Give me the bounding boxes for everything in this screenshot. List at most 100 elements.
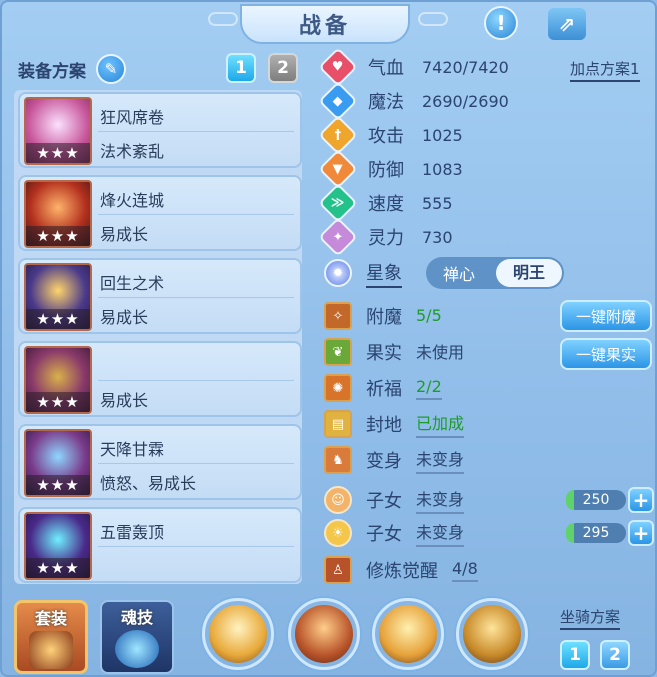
sub-row-cultivate[interactable]: ♙ 修炼觉醒 4/8 (324, 556, 478, 584)
star-rating: ★★★ (26, 475, 90, 495)
sub-value[interactable]: 已加成 (416, 410, 465, 438)
tab-soul-skill[interactable]: 魂技 (100, 600, 174, 674)
one-click-enchant-button[interactable]: 一键附魔 (560, 300, 652, 332)
exclamation-icon[interactable]: ! (484, 6, 518, 40)
share-icon[interactable]: ⇗ (548, 8, 586, 40)
equip-item[interactable]: ★★★ 五雷轰顶 (18, 507, 302, 583)
sub-label: 封地 (366, 415, 402, 436)
scroll-icon: ▤ (324, 410, 352, 438)
sub-value[interactable]: 2/2 (416, 377, 442, 400)
stat-value: 1083 (422, 159, 463, 179)
child-girl-icon: ☀ (324, 519, 352, 547)
pet-slot[interactable] (288, 598, 360, 670)
sub-row-child-2[interactable]: ☀ 子女 未变身 (324, 519, 465, 547)
sword-icon: † (318, 115, 358, 155)
equip-plan-button-1[interactable]: 1 (226, 53, 256, 83)
enchant-icon: ✧ (324, 302, 352, 330)
stat-label: 灵力 (368, 228, 404, 249)
sub-row-enchant: ✧ 附魔 5/5 (324, 302, 442, 330)
mount-plan-button-1[interactable]: 1 (560, 640, 590, 670)
star-rating: ★★★ (26, 143, 90, 163)
plus-icon[interactable]: + (628, 520, 654, 546)
star-rating: ★★★ (26, 392, 90, 412)
pet-slot[interactable] (456, 598, 528, 670)
sub-row-transform[interactable]: ♞ 变身 未变身 (324, 446, 465, 474)
xingxiang-toggle[interactable]: 禅心 明王 (426, 257, 564, 289)
warrior-figure-icon (379, 605, 437, 663)
equip-plan-header: 装备方案 ✎ (18, 54, 126, 84)
soul-swirl-icon (115, 630, 159, 668)
equip-item[interactable]: ★★★ 烽火连城 易成长 (18, 175, 302, 251)
sub-label: 修炼觉醒 (366, 561, 438, 582)
divider (98, 131, 294, 132)
sub-label: 子女 (366, 524, 402, 545)
stat-label: 攻击 (368, 126, 404, 147)
tab-suit-label: 套装 (34, 609, 67, 628)
equip-item[interactable]: ★★★ 狂风席卷 法术紊乱 (18, 92, 302, 168)
sub-value: 未使用 (416, 343, 465, 362)
golden-warrior-icon (463, 605, 521, 663)
equip-plan-label: 装备方案 (18, 61, 86, 82)
toggle-option-mingwang[interactable]: 明王 (496, 259, 562, 287)
sub-label: 子女 (366, 491, 402, 512)
stat-row-attack: † 攻击 1025 (318, 115, 463, 155)
rain-ring-icon: ★★★ (24, 429, 92, 497)
equip-item[interactable]: ★★★ 易成长 (18, 341, 302, 417)
equip-desc: 易成长 (100, 308, 149, 327)
thunder-armor-icon: ★★★ (24, 512, 92, 580)
sub-row-fief[interactable]: ▤ 封地 已加成 (324, 410, 465, 438)
equip-desc: 易成长 (100, 391, 149, 410)
one-click-fruit-button[interactable]: 一键果实 (560, 338, 652, 370)
stat-row-hp: ♥ 气血 7420/7420 (318, 47, 509, 87)
stat-value: 555 (422, 193, 453, 213)
divider (98, 546, 294, 547)
equip-list: ★★★ 狂风席卷 法术紊乱 ★★★ 烽火连城 易成长 ★★★ 回生之术 易成长 … (14, 90, 302, 584)
sub-label: 变身 (366, 451, 402, 472)
equip-item[interactable]: ★★★ 回生之术 易成长 (18, 258, 302, 334)
spirit-icon: ✦ (318, 217, 358, 257)
child-1-stat-slider[interactable]: 250 (566, 490, 626, 510)
equip-name: 狂风席卷 (100, 108, 165, 127)
sub-value[interactable]: 未变身 (416, 486, 465, 514)
equip-name: 天降甘霖 (100, 440, 165, 459)
xingxiang-row: ✹ 星象 (324, 259, 402, 288)
sub-label: 附魔 (366, 307, 402, 328)
star-rating: ★★★ (26, 226, 90, 246)
plus-icon[interactable]: + (628, 487, 654, 513)
necklace-icon: ★★★ (24, 346, 92, 414)
fruit-icon: ❦ (324, 338, 352, 366)
mount-plan-label[interactable]: 坐骑方案 (560, 606, 621, 630)
star-rating: ★★★ (26, 309, 90, 329)
xingxiang-label[interactable]: 星象 (366, 259, 402, 288)
sub-row-child-1[interactable]: ☺ 子女 未变身 (324, 486, 465, 514)
point-plan-link[interactable]: 加点方案1 (570, 58, 640, 82)
sub-row-bless[interactable]: ✺ 祈福 2/2 (324, 374, 442, 402)
stat-row-speed: ≫ 速度 555 (318, 183, 453, 223)
child-2-stat-slider[interactable]: 295 (566, 523, 626, 543)
pet-slot[interactable] (202, 598, 274, 670)
divider (98, 297, 294, 298)
sub-value[interactable]: 未变身 (416, 519, 465, 547)
edit-pen-icon[interactable]: ✎ (96, 54, 126, 84)
stat-label: 魔法 (368, 92, 404, 113)
sub-row-fruit: ❦ 果实 未使用 (324, 338, 464, 366)
tab-suit[interactable]: 套装 (14, 600, 88, 674)
pet-slot[interactable] (372, 598, 444, 670)
transform-icon: ♞ (324, 446, 352, 474)
equip-plan-button-2[interactable]: 2 (268, 53, 298, 83)
star-rating: ★★★ (26, 558, 90, 578)
divider (98, 463, 294, 464)
sub-value[interactable]: 4/8 (452, 559, 478, 582)
stat-value: 1025 (422, 125, 463, 145)
toggle-option-chanxin[interactable]: 禅心 (426, 261, 492, 285)
stat-label: 气血 (368, 58, 404, 79)
equip-desc: 愤怒、易成长 (100, 474, 197, 493)
equip-item[interactable]: ★★★ 天降甘霖 愤怒、易成长 (18, 424, 302, 500)
speed-icon: ≫ (318, 183, 358, 223)
equip-desc: 易成长 (100, 225, 149, 244)
mount-plan-button-2[interactable]: 2 (600, 640, 630, 670)
stat-value: 7420/7420 (422, 57, 509, 77)
sub-value[interactable]: 未变身 (416, 446, 465, 474)
equip-desc: 法术紊乱 (100, 142, 165, 161)
stat-label: 防御 (368, 160, 404, 181)
